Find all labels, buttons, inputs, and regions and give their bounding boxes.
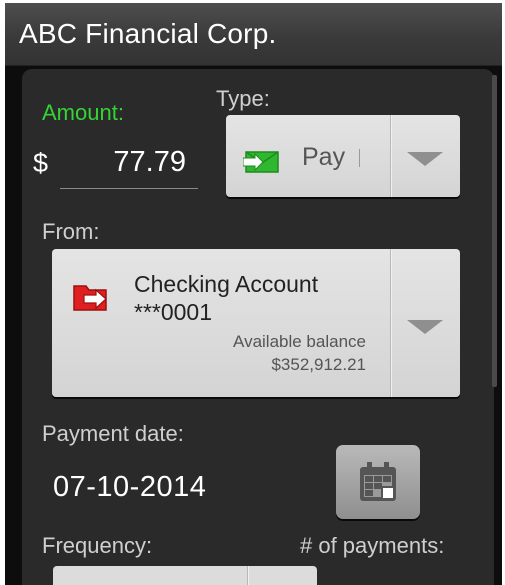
- amount-value: 77.79: [113, 146, 186, 178]
- scrollbar[interactable]: [492, 75, 497, 387]
- from-label: From:: [42, 219, 100, 244]
- from-account-dropdown[interactable]: Checking Account ***0001 Available balan…: [52, 249, 460, 397]
- payment-date-value[interactable]: 07-10-2014: [53, 471, 206, 504]
- chevron-down-icon[interactable]: [407, 320, 443, 334]
- frequency-label: Frequency:: [42, 533, 153, 558]
- green-envelope-arrow-icon: [242, 149, 281, 180]
- amount-label: Amount:: [42, 100, 124, 125]
- type-selected-value: Pay: [302, 143, 346, 171]
- dropdown-divider: [390, 249, 392, 397]
- dropdown-divider: [390, 115, 392, 197]
- available-balance-label: Available balance: [233, 332, 366, 351]
- account-number: ***0001: [134, 299, 213, 325]
- type-label: Type:: [216, 86, 270, 111]
- app-title: ABC Financial Corp.: [19, 18, 277, 49]
- app-window: ABC Financial Corp. Amount: $ 77.79 Type…: [5, 3, 502, 585]
- frequency-dropdown[interactable]: [53, 566, 317, 585]
- calendar-button[interactable]: [336, 445, 420, 519]
- title-bar: ABC Financial Corp.: [5, 3, 502, 66]
- currency-symbol: $: [33, 148, 49, 178]
- amount-input[interactable]: 77.79: [60, 138, 198, 189]
- payment-date-label: Payment date:: [42, 421, 184, 446]
- dropdown-divider: [247, 566, 249, 585]
- red-folder-arrow-icon: [72, 281, 112, 318]
- account-name: Checking Account: [134, 271, 319, 297]
- available-balance-value: $352,912.21: [271, 355, 366, 374]
- num-payments-label: # of payments:: [300, 533, 445, 558]
- calendar-icon: [358, 461, 398, 508]
- chevron-down-icon[interactable]: [407, 152, 443, 166]
- text-cursor: [359, 149, 360, 167]
- type-dropdown[interactable]: Pay: [226, 115, 460, 197]
